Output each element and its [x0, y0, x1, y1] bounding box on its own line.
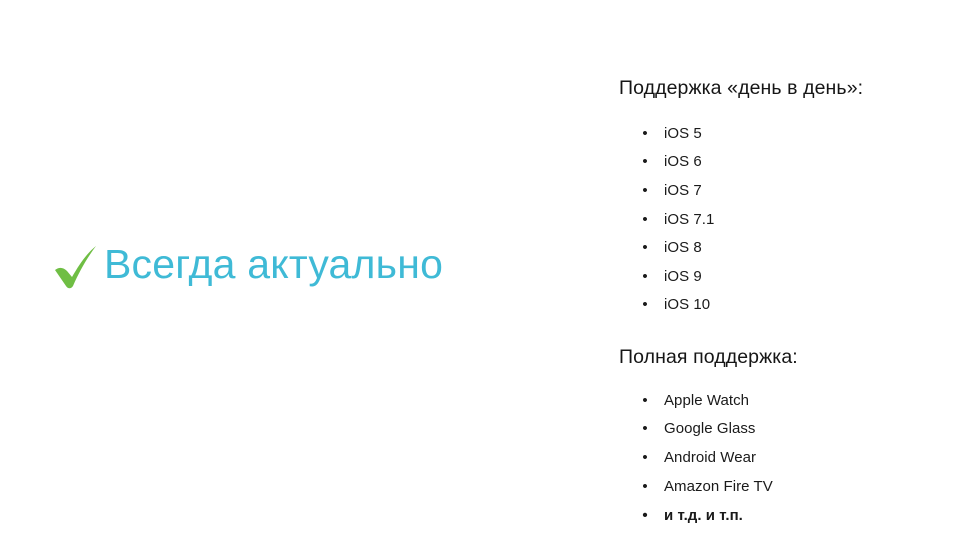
ios-version-list: • iOS 5 • iOS 6 • iOS 7 • iOS 7.1 • iOS … [619, 120, 960, 320]
bullet-icon: • [642, 124, 648, 142]
list-item: • iOS 10 [619, 291, 960, 320]
bullet-icon: • [642, 478, 648, 496]
list-item-label: iOS 8 [664, 239, 702, 257]
list-item-label: iOS 9 [664, 267, 702, 285]
list-item: • iOS 6 [619, 148, 960, 177]
list-item-label: iOS 5 [664, 124, 702, 142]
list-item: • iOS 8 [619, 234, 960, 263]
page-title: Всегда актуально [104, 240, 444, 287]
list-item: • Android Wear [619, 444, 960, 473]
support-column: Поддержка «день в день»: • iOS 5 • iOS 6… [619, 76, 960, 531]
list-item-label: iOS 7 [664, 181, 702, 199]
check-mark-icon [55, 246, 96, 289]
list-item: • Apple Watch [619, 387, 960, 416]
bullet-icon: • [642, 420, 648, 438]
bullet-icon: • [642, 153, 648, 171]
list-item: • Amazon Fire TV [619, 473, 960, 502]
list-item: • Google Glass [619, 415, 960, 444]
list-item-label: и т.д. и т.п. [664, 506, 743, 524]
list-item-label: iOS 6 [664, 153, 702, 171]
list-item: • iOS 7 [619, 177, 960, 206]
device-support-list: • Apple Watch • Google Glass • Android W… [619, 387, 960, 531]
list-item: • iOS 5 [619, 120, 960, 149]
headline-block: Всегда актуально [52, 236, 592, 292]
bullet-icon: • [642, 449, 648, 467]
bullet-icon: • [642, 296, 648, 314]
bullet-icon: • [642, 181, 648, 199]
section-heading-day-one-support: Поддержка «день в день»: [619, 77, 864, 99]
bullet-icon: • [642, 210, 648, 228]
list-item: • и т.д. и т.п. [619, 502, 960, 531]
slide-canvas: Всегда актуально Поддержка «день в день»… [0, 0, 960, 540]
bullet-icon: • [642, 239, 648, 257]
bullet-icon: • [642, 267, 648, 285]
bullet-icon: • [642, 506, 648, 524]
list-item-label: iOS 7.1 [664, 210, 715, 228]
list-item-label: Apple Watch [664, 391, 750, 409]
list-item-label: iOS 10 [664, 296, 711, 314]
list-item-label: Amazon Fire TV [664, 478, 773, 496]
list-item: • iOS 7.1 [619, 206, 960, 235]
section-heading-full-support: Полная поддержка: [619, 345, 798, 368]
list-item-label: Google Glass [664, 420, 756, 438]
list-item: • iOS 9 [619, 263, 960, 292]
bullet-icon: • [642, 391, 648, 409]
list-item-label: Android Wear [664, 449, 757, 467]
